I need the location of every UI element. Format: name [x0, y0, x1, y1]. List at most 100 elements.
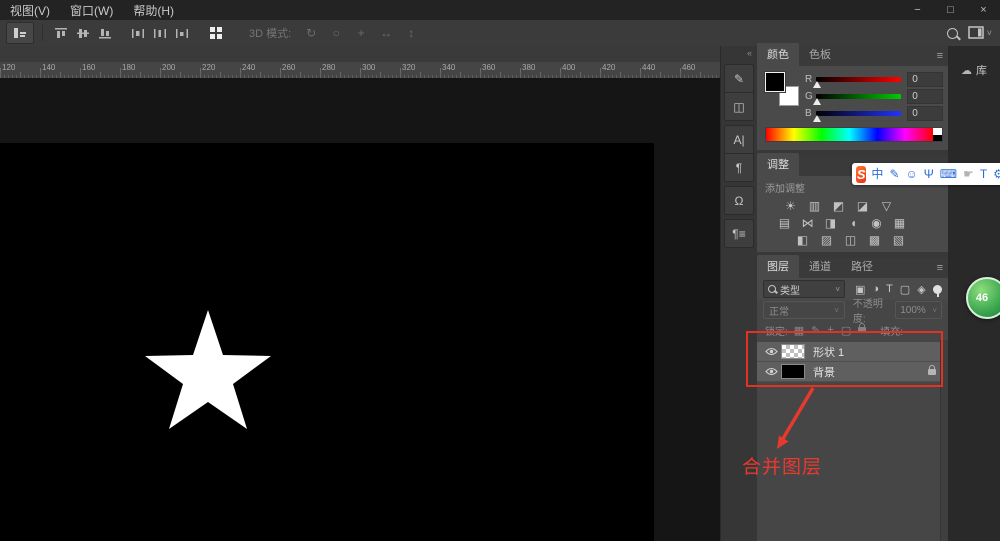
horizontal-ruler: 1201401601802002202402602803003203403603… — [0, 62, 720, 79]
tab-layers-2[interactable]: 路径 — [841, 255, 883, 278]
paragraph-panel-icon[interactable]: ¶ — [725, 153, 753, 181]
ime-hand-icon[interactable]: ☛ — [963, 168, 974, 180]
ime-emoji-icon[interactable]: ☺ — [906, 168, 918, 180]
distribute-right-edges-icon[interactable] — [172, 24, 191, 43]
color-spectrum-ramp[interactable] — [765, 127, 943, 142]
3d-scale-icon[interactable]: ↕ — [403, 26, 419, 40]
canvas-area[interactable] — [0, 78, 720, 541]
ime-toolbox-icon[interactable]: ⚙ — [993, 168, 1000, 180]
workspace-switcher-icon[interactable]: ˅ — [968, 26, 992, 40]
filter-type-layers-icon[interactable]: T — [886, 283, 893, 295]
gradient-map-icon[interactable]: ▩ — [867, 233, 882, 247]
slider-marker-icon[interactable] — [813, 81, 821, 88]
color-lookup-icon[interactable]: ▦ — [892, 216, 907, 230]
color-balance-icon[interactable]: ⋈ — [800, 216, 815, 230]
ruler-label: 260 — [282, 63, 295, 72]
photo-filter-icon[interactable]: ◖ — [846, 216, 861, 230]
distribute-horizontal-centers-icon[interactable] — [150, 24, 169, 43]
channel-value[interactable]: 0 — [907, 89, 943, 104]
menu-item-window[interactable]: 窗口(W) — [60, 0, 123, 20]
minimize-button[interactable]: − — [901, 0, 934, 20]
channel-slider[interactable] — [816, 77, 901, 82]
glyphs-panel-icon[interactable]: Ω — [725, 187, 753, 214]
distribute-left-edges-icon[interactable] — [128, 24, 147, 43]
maximize-button[interactable]: □ — [934, 0, 967, 20]
tab-color-0[interactable]: 颜色 — [757, 43, 799, 66]
ime-keyboard-icon[interactable]: ⌨ — [940, 168, 957, 180]
align-bottom-edges-icon[interactable] — [95, 24, 114, 43]
panel-menu-icon[interactable]: ≡ — [937, 50, 942, 62]
spectrum-gradient[interactable] — [766, 128, 933, 141]
opacity-input[interactable]: 100% ˅ — [895, 301, 942, 319]
tab-adjustments[interactable]: 调整 — [757, 153, 799, 176]
hue-saturation-icon[interactable]: ▤ — [777, 216, 792, 230]
clone-source-panel-icon[interactable]: ◫ — [725, 92, 753, 120]
search-icon[interactable] — [947, 28, 958, 39]
menu-item-help[interactable]: 帮助(H) — [123, 0, 184, 20]
panel-menu-icon[interactable]: ≡ — [937, 262, 942, 274]
exposure-icon[interactable]: ◪ — [855, 199, 870, 213]
channel-slider[interactable] — [816, 94, 901, 99]
artboard-grid-icon[interactable] — [205, 23, 227, 43]
3d-rotate-icon[interactable]: ↻ — [303, 26, 319, 40]
color-swatches[interactable] — [765, 72, 799, 106]
brush-settings-panel-icon[interactable]: ✎ — [725, 65, 753, 92]
posterize-icon[interactable]: ▨ — [819, 233, 834, 247]
ime-chinese-mode-icon[interactable]: 中 — [871, 168, 883, 180]
slider-marker-icon[interactable] — [813, 98, 821, 105]
filter-adjustment-layers-icon[interactable]: ◑ — [872, 283, 879, 295]
tab-color-1[interactable]: 色板 — [799, 43, 841, 66]
libraries-panel-collapsed[interactable]: ☁ 库 — [948, 62, 1000, 78]
black-white-icon[interactable]: ◨ — [823, 216, 838, 230]
ruler-tick — [120, 68, 121, 78]
menu-item-view[interactable]: 视图(V) — [0, 0, 60, 20]
ruler-tick — [80, 68, 81, 78]
tab-layers-0[interactable]: 图层 — [757, 255, 799, 278]
vibrance-icon[interactable]: ▽ — [879, 199, 894, 213]
character-panel-icon[interactable]: A| — [725, 126, 753, 153]
ruler-label: 220 — [202, 63, 215, 72]
selective-color-icon[interactable]: ▧ — [891, 233, 906, 247]
current-tool-icon[interactable] — [6, 22, 34, 44]
close-button[interactable]: × — [967, 0, 1000, 20]
curves-icon[interactable]: ◩ — [831, 199, 846, 213]
toolbar-separator — [42, 25, 43, 41]
align-top-edges-icon[interactable] — [51, 24, 70, 43]
channel-value[interactable]: 0 — [907, 106, 943, 121]
expand-panels-icon[interactable]: « — [721, 46, 757, 60]
slider-marker-icon[interactable] — [813, 115, 821, 122]
document-canvas[interactable] — [0, 143, 654, 541]
layer-filter-dropdown[interactable]: 类型 ˅ — [763, 280, 845, 298]
paragraph-styles-panel-icon[interactable]: ¶≡ — [725, 220, 753, 247]
3d-drag-icon[interactable]: + — [353, 26, 369, 40]
ruler-label: 340 — [442, 63, 455, 72]
ruler-tick — [480, 68, 481, 78]
levels-icon[interactable]: ▥ — [807, 199, 822, 213]
3d-slide-icon[interactable]: ↔ — [378, 26, 394, 40]
floating-ball-widget[interactable]: 46 — [966, 277, 1000, 319]
channel-mixer-icon[interactable]: ◉ — [869, 216, 884, 230]
filter-pixel-layers-icon[interactable]: ▣ — [855, 283, 865, 296]
ruler-label: 180 — [122, 63, 135, 72]
filter-toggle-icon[interactable] — [933, 285, 942, 294]
brightness-contrast-icon[interactable]: ☀ — [783, 199, 798, 213]
sogou-logo-icon[interactable]: S — [856, 166, 866, 183]
3d-roll-icon[interactable]: ○ — [328, 26, 344, 40]
invert-icon[interactable]: ◧ — [795, 233, 810, 247]
channel-slider[interactable] — [816, 111, 901, 116]
ruler-label: 360 — [482, 63, 495, 72]
filter-smart-objects-icon[interactable]: ◈ — [917, 283, 925, 296]
blend-mode-dropdown[interactable]: 正常 ˅ — [763, 301, 845, 319]
align-vertical-centers-icon[interactable] — [73, 24, 92, 43]
spectrum-bw-end[interactable] — [933, 128, 942, 141]
threshold-icon[interactable]: ◫ — [843, 233, 858, 247]
filter-shape-layers-icon[interactable]: ▢ — [900, 283, 910, 296]
foreground-color-swatch[interactable] — [765, 72, 785, 92]
ruler-tick — [680, 68, 681, 78]
chevron-down-icon: ˅ — [834, 306, 839, 315]
channel-value[interactable]: 0 — [907, 72, 943, 87]
ime-handwriting-icon[interactable]: ✎ — [889, 168, 899, 180]
tab-layers-1[interactable]: 通道 — [799, 255, 841, 278]
ime-voice-icon[interactable]: Ψ — [924, 168, 934, 180]
ime-skin-icon[interactable]: T — [980, 168, 987, 180]
